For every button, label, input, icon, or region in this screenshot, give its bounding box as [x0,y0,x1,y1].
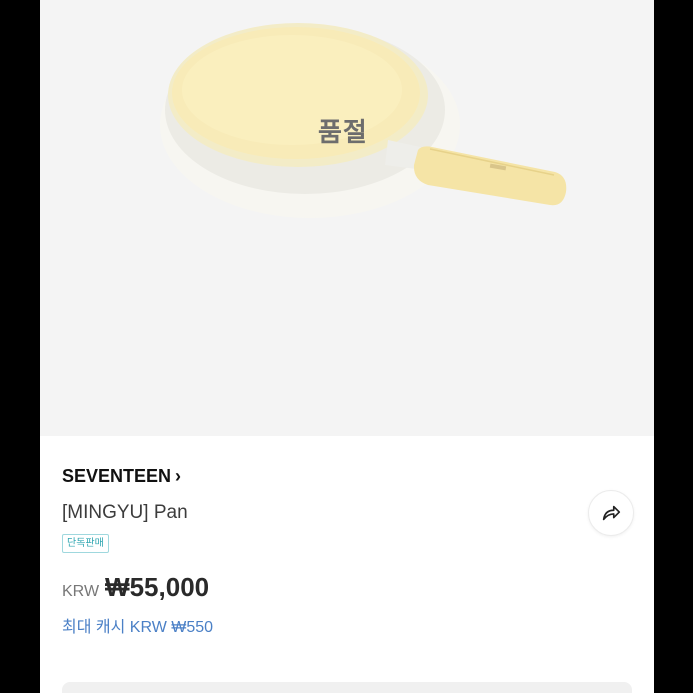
price-value: ₩55,000 [105,572,210,602]
brand-link[interactable]: SEVENTEEN › [62,466,181,487]
product-screen: 품절 SEVENTEEN › [MINGYU] Pan 단독판매 KRW ₩55… [40,0,654,693]
pan-image [160,23,567,218]
share-button[interactable] [588,490,634,536]
product-info: SEVENTEEN › [MINGYU] Pan 단독판매 KRW ₩55,00… [40,436,654,693]
sold-out-overlay: 품절 [318,118,368,148]
option-bar[interactable] [62,682,632,693]
product-name: [MINGYU] Pan [62,502,188,523]
currency-label: KRW [62,583,100,600]
cash-reward: 최대 캐시 KRW ₩550 [62,619,214,636]
share-arrow-icon [602,505,621,521]
price-row: KRW ₩55,000 [62,572,209,603]
chevron-right-icon: › [175,466,182,486]
brand-name: SEVENTEEN [62,466,172,486]
exclusive-badge: 단독판매 [62,534,109,553]
product-image[interactable]: 품절 [40,0,654,436]
